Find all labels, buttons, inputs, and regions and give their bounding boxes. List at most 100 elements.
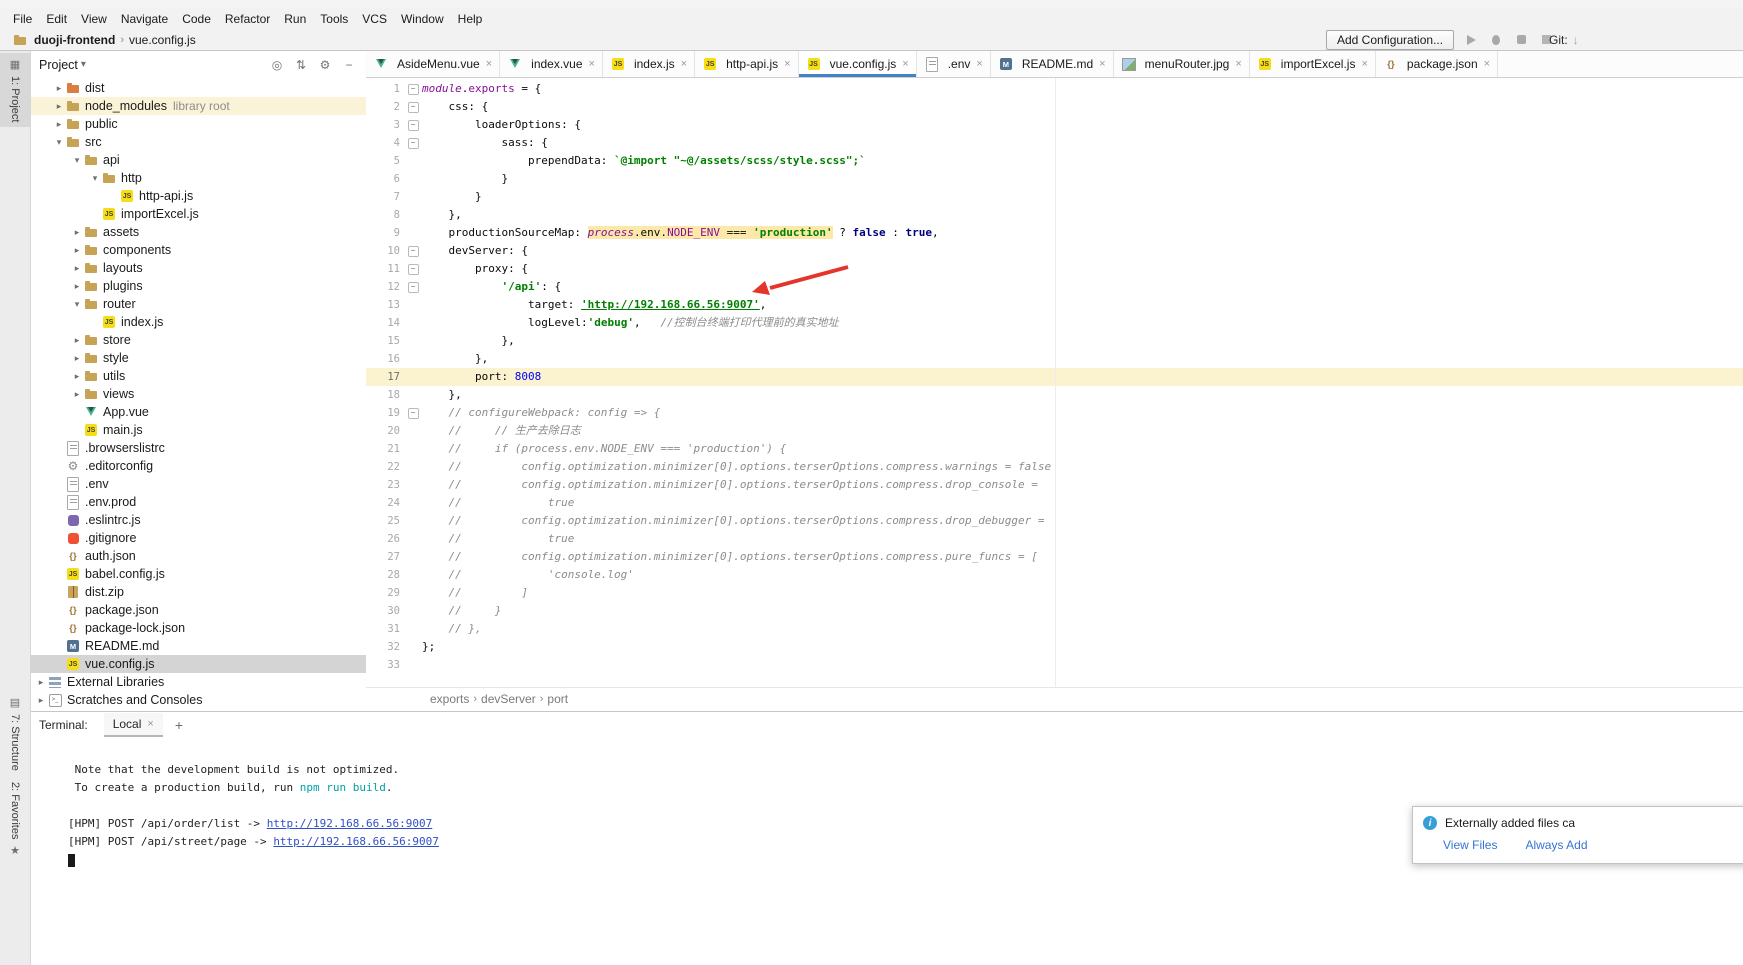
fold-marker[interactable]: − bbox=[404, 120, 422, 131]
tree-item-assets[interactable]: ▸assets bbox=[31, 223, 366, 241]
collapse-all-icon[interactable]: ⇅ bbox=[292, 57, 310, 73]
vcs-update-icon[interactable]: ↓ bbox=[1573, 33, 1579, 47]
close-tab-icon[interactable]: × bbox=[1099, 58, 1105, 70]
tree-item-babel.config.js[interactable]: babel.config.js bbox=[31, 565, 366, 583]
debug-icon[interactable] bbox=[1488, 32, 1504, 48]
chevron-right-icon[interactable]: ▸ bbox=[71, 389, 83, 400]
fold-marker[interactable]: − bbox=[404, 84, 422, 95]
fold-marker[interactable]: − bbox=[404, 408, 422, 419]
breadcrumb-item-port[interactable]: port bbox=[547, 692, 568, 706]
settings-icon[interactable]: ⚙ bbox=[316, 57, 334, 73]
toolwindow-button-structure[interactable]: ▤ 7: Structure bbox=[0, 691, 30, 776]
close-tab-icon[interactable]: × bbox=[976, 58, 982, 70]
editor-tab-.env[interactable]: .env× bbox=[917, 51, 991, 77]
chevron-right-icon[interactable]: ▸ bbox=[71, 353, 83, 364]
tree-item-layouts[interactable]: ▸layouts bbox=[31, 259, 366, 277]
tree-item-components[interactable]: ▸components bbox=[31, 241, 366, 259]
tree-item-auth.json[interactable]: auth.json bbox=[31, 547, 366, 565]
menu-file[interactable]: File bbox=[6, 10, 39, 28]
notification-action-view-files[interactable]: View Files bbox=[1443, 838, 1497, 852]
tree-item-.gitignore[interactable]: .gitignore bbox=[31, 529, 366, 547]
breadcrumb-project[interactable]: duoji-frontend bbox=[34, 33, 115, 47]
close-tab-icon[interactable]: × bbox=[486, 58, 492, 70]
menu-code[interactable]: Code bbox=[175, 10, 218, 28]
fold-marker[interactable]: − bbox=[404, 138, 422, 149]
chevron-right-icon[interactable]: ▸ bbox=[71, 227, 83, 238]
editor-tab-importExcel.js[interactable]: importExcel.js× bbox=[1250, 51, 1376, 77]
tree-item-style[interactable]: ▸style bbox=[31, 349, 366, 367]
close-tab-icon[interactable]: × bbox=[589, 58, 595, 70]
editor-tab-index.js[interactable]: index.js× bbox=[603, 51, 695, 77]
breadcrumb-file[interactable]: vue.config.js bbox=[129, 33, 196, 47]
tree-item-package-lock.json[interactable]: package-lock.json bbox=[31, 619, 366, 637]
tree-item-package.json[interactable]: package.json bbox=[31, 601, 366, 619]
tree-item-router[interactable]: ▾router bbox=[31, 295, 366, 313]
tree-item-External Libraries[interactable]: ▸External Libraries bbox=[31, 673, 366, 691]
tree-item-.editorconfig[interactable]: .editorconfig bbox=[31, 457, 366, 475]
tree-item-store[interactable]: ▸store bbox=[31, 331, 366, 349]
add-configuration-button[interactable]: Add Configuration... bbox=[1326, 30, 1454, 50]
editor-tab-vue.config.js[interactable]: vue.config.js× bbox=[799, 51, 917, 77]
run-icon[interactable] bbox=[1463, 32, 1479, 48]
chevron-down-icon[interactable]: ▾ bbox=[89, 173, 101, 184]
close-tab-icon[interactable]: × bbox=[1484, 58, 1490, 70]
close-tab-icon[interactable]: × bbox=[784, 58, 790, 70]
chevron-down-icon[interactable]: ▾ bbox=[81, 59, 86, 70]
fold-marker[interactable]: − bbox=[404, 264, 422, 275]
fold-marker[interactable]: − bbox=[404, 246, 422, 257]
tree-item-utils[interactable]: ▸utils bbox=[31, 367, 366, 385]
editor-tab-package.json[interactable]: package.json× bbox=[1376, 51, 1498, 77]
menu-refactor[interactable]: Refactor bbox=[218, 10, 277, 28]
tree-item-README.md[interactable]: README.md bbox=[31, 637, 366, 655]
notification-action-always-add[interactable]: Always Add bbox=[1525, 838, 1587, 852]
chevron-right-icon[interactable]: ▸ bbox=[35, 695, 47, 706]
chevron-right-icon[interactable]: ▸ bbox=[71, 371, 83, 382]
tree-item-api[interactable]: ▾api bbox=[31, 151, 366, 169]
menu-edit[interactable]: Edit bbox=[39, 10, 74, 28]
chevron-right-icon[interactable]: ▸ bbox=[71, 245, 83, 256]
chevron-down-icon[interactable]: ▾ bbox=[71, 155, 83, 166]
close-tab-icon[interactable]: × bbox=[902, 58, 908, 70]
terminal-link[interactable]: http://192.168.66.56:9007 bbox=[273, 835, 439, 848]
tree-item-plugins[interactable]: ▸plugins bbox=[31, 277, 366, 295]
tree-item-main.js[interactable]: main.js bbox=[31, 421, 366, 439]
close-tab-icon[interactable]: × bbox=[681, 58, 687, 70]
chevron-right-icon[interactable]: ▸ bbox=[53, 119, 65, 130]
editor-tab-menuRouter.jpg[interactable]: menuRouter.jpg× bbox=[1114, 51, 1250, 77]
chevron-right-icon[interactable]: ▸ bbox=[71, 281, 83, 292]
code-editor[interactable]: 1−module.exports = {2− css: {3− loaderOp… bbox=[366, 78, 1743, 688]
menu-tools[interactable]: Tools bbox=[313, 10, 355, 28]
terminal-tab-local[interactable]: Local × bbox=[104, 713, 163, 737]
chevron-down-icon[interactable]: ▾ bbox=[53, 137, 65, 148]
close-tab-icon[interactable]: × bbox=[1235, 58, 1241, 70]
menu-view[interactable]: View bbox=[74, 10, 114, 28]
chevron-right-icon[interactable]: ▸ bbox=[53, 83, 65, 94]
tree-item-vue.config.js[interactable]: vue.config.js bbox=[31, 655, 366, 673]
terminal-link[interactable]: http://192.168.66.56:9007 bbox=[267, 817, 433, 830]
hide-panel-icon[interactable]: − bbox=[340, 57, 358, 73]
menu-navigate[interactable]: Navigate bbox=[114, 10, 175, 28]
close-tab-icon[interactable]: × bbox=[147, 718, 153, 730]
toolwindow-button-favorites[interactable]: 2: Favorites ★ bbox=[0, 777, 30, 862]
chevron-right-icon[interactable]: ▸ bbox=[53, 101, 65, 112]
editor-tab-README.md[interactable]: README.md× bbox=[991, 51, 1114, 77]
tree-item-App.vue[interactable]: App.vue bbox=[31, 403, 366, 421]
project-view-selector[interactable]: Project bbox=[39, 58, 78, 72]
tree-item-http[interactable]: ▾http bbox=[31, 169, 366, 187]
toolwindow-button-project[interactable]: ▦ 1: Project bbox=[0, 53, 30, 127]
chevron-down-icon[interactable]: ▾ bbox=[71, 299, 83, 310]
new-terminal-tab-button[interactable]: + bbox=[175, 717, 183, 733]
tree-item-index.js[interactable]: index.js bbox=[31, 313, 366, 331]
editor-tab-http-api.js[interactable]: http-api.js× bbox=[695, 51, 798, 77]
tree-item-node_modules[interactable]: ▸node_moduleslibrary root bbox=[31, 97, 366, 115]
editor-tab-AsideMenu.vue[interactable]: AsideMenu.vue× bbox=[366, 51, 500, 77]
tree-item-.browserslistrc[interactable]: .browserslistrc bbox=[31, 439, 366, 457]
tree-item-dist[interactable]: ▸dist bbox=[31, 79, 366, 97]
chevron-right-icon[interactable]: ▸ bbox=[71, 263, 83, 274]
menu-run[interactable]: Run bbox=[277, 10, 313, 28]
coverage-icon[interactable] bbox=[1513, 32, 1529, 48]
tree-item-src[interactable]: ▾src bbox=[31, 133, 366, 151]
close-tab-icon[interactable]: × bbox=[1361, 58, 1367, 70]
tree-item-importExcel.js[interactable]: importExcel.js bbox=[31, 205, 366, 223]
breadcrumb-item-devServer[interactable]: devServer bbox=[481, 692, 536, 706]
